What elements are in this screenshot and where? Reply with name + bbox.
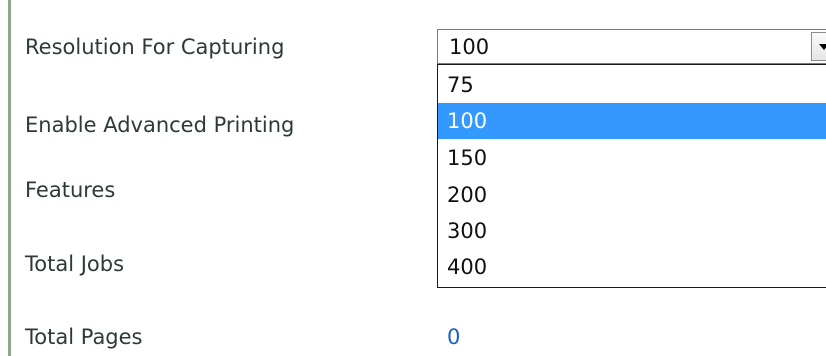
advanced-printing-label: Enable Advanced Printing — [25, 113, 295, 137]
total-pages-label: Total Pages — [25, 325, 143, 349]
total-pages-value: 0 — [447, 325, 461, 349]
resolution-option-100[interactable]: 100 — [438, 103, 826, 139]
resolution-label: Resolution For Capturing — [25, 35, 285, 59]
dropdown-toggle-button[interactable] — [811, 32, 826, 61]
resolution-option-75[interactable]: 75 — [438, 67, 826, 103]
total-jobs-label: Total Jobs — [25, 252, 125, 276]
resolution-option-200[interactable]: 200 — [438, 177, 826, 213]
resolution-option-150[interactable]: 150 — [438, 140, 826, 176]
resolution-selected-value: 100 — [449, 35, 490, 59]
resolution-options-list[interactable]: 75 100 150 200 300 400 — [437, 64, 826, 288]
chevron-down-icon — [819, 44, 826, 50]
printer-settings-panel: Resolution For Capturing Enable Advanced… — [0, 0, 826, 356]
resolution-dropdown[interactable]: 100 — [437, 29, 826, 64]
left-divider — [8, 0, 11, 356]
features-label: Features — [25, 178, 116, 202]
resolution-option-300[interactable]: 300 — [438, 213, 826, 249]
resolution-option-400[interactable]: 400 — [438, 249, 826, 285]
